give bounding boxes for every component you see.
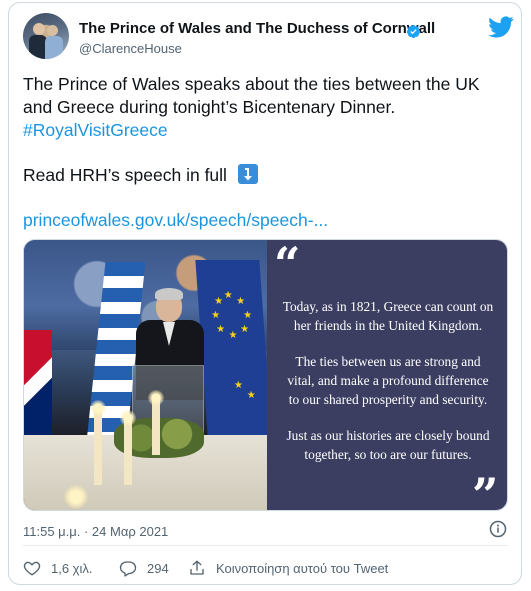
dinner-photo: ★ ★ ★ ★ ★ ★ ★ ★ ★ ★ [24,240,267,510]
tweet-text-line: and Greece during tonight’s Bicentenary … [23,97,396,117]
share-button[interactable]: Κοινοποίηση αυτού του Tweet [188,558,388,578]
like-count: 1,6 χιλ. [51,560,93,576]
quote-line: to our shared prosperity and security. [288,392,488,407]
quote-line: Today, as in 1821, Greece can count on [282,299,494,314]
tweet-media-image[interactable]: ★ ★ ★ ★ ★ ★ ★ ★ ★ ★ “ Today, as in 1821,… [23,239,508,511]
twitter-bird-icon[interactable] [488,16,514,38]
uk-flag [24,330,52,440]
avatar[interactable] [23,13,69,59]
open-quote-mark: “ [274,239,301,291]
read-speech-line: Read HRH’s speech in full [23,164,258,186]
quote-line: her friends in the United Kingdom. [293,318,483,333]
tweet-text: The Prince of Wales speaks about the tie… [23,73,513,142]
quote-line: Just as our histories are closely bound [286,428,490,443]
speech-link[interactable]: princeofwales.gov.uk/speech/speech-... [23,210,328,231]
quote-paragraph-3: Just as our histories are closely bound … [267,426,507,464]
tweet-timestamp[interactable]: 11:55 μ.μ. · 24 Μαρ 2021 [23,524,168,539]
quote-paragraph-2: The ties between us are strong and vital… [267,352,507,409]
verified-badge-icon [406,24,421,39]
reply-bubble-icon [119,561,137,577]
tweet-text-line: The Prince of Wales speaks about the tie… [23,74,480,94]
reply-count: 294 [147,560,169,576]
hashtag-link[interactable]: #RoyalVisitGreece [23,119,513,142]
like-button[interactable]: 1,6 χιλ. [23,558,93,578]
quote-panel: “ Today, as in 1821, Greece can count on… [267,239,507,511]
quote-line: The ties between us are strong and [295,354,481,369]
share-label: Κοινοποίηση αυτού του Tweet [216,560,389,576]
tweet-card: The Prince of Wales and The Duchess of C… [8,2,522,585]
divider [23,545,508,546]
info-icon[interactable] [489,520,507,538]
close-quote-mark: ” [472,468,499,511]
quote-line: together, so too are our futures. [304,447,472,462]
share-icon [190,560,204,575]
quote-paragraph-1: Today, as in 1821, Greece can count on h… [267,297,507,335]
read-speech-text: Read HRH’s speech in full [23,165,227,185]
heart-icon [23,561,41,576]
quote-line: vital, and make a profound difference [287,373,489,388]
author-handle[interactable]: @ClarenceHouse [79,41,182,56]
eu-flag: ★ ★ ★ ★ ★ ★ ★ ★ ★ ★ [195,260,267,450]
reply-button[interactable]: 294 [119,558,169,578]
arrow-down-right-icon [237,164,258,184]
author-display-name[interactable]: The Prince of Wales and The Duchess of C… [79,20,435,37]
